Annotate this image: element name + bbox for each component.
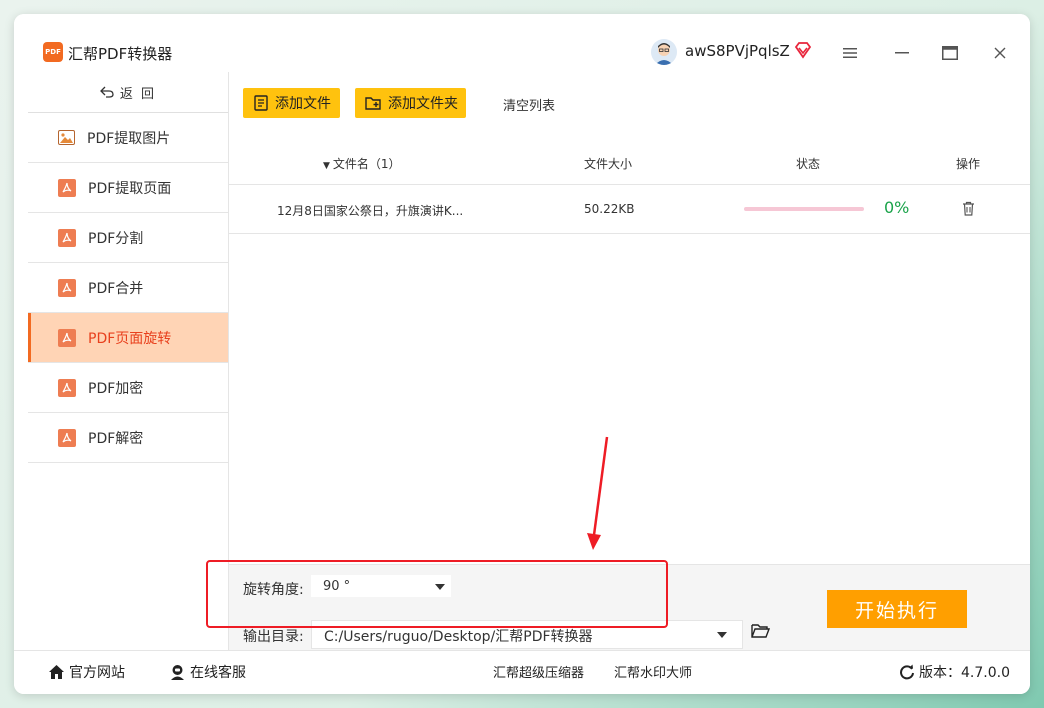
- user-avatar[interactable]: [651, 39, 677, 65]
- add-folder-icon: [365, 96, 381, 110]
- options-panel: 旋转角度: 90 ° 输出目录: C:/Users/ruguo/Desktop/…: [229, 564, 1030, 651]
- close-icon[interactable]: [988, 41, 1012, 65]
- app-window: PDF 汇帮PDF转换器 awS8PVjPqlsZ 返 回 PDF提取图片 PD…: [14, 14, 1030, 694]
- home-icon: [49, 665, 64, 679]
- sidebar-item-label: PDF合并: [88, 280, 144, 297]
- sidebar: 返 回 PDF提取图片 PDF提取页面 PDF分割 PDF合并 PDF页面旋转 …: [28, 72, 229, 650]
- sidebar-item-label: PDF加密: [88, 380, 144, 397]
- progress-bar: [744, 207, 864, 211]
- official-website-label: 官方网站: [69, 665, 125, 681]
- maximize-icon[interactable]: [938, 41, 962, 65]
- back-arrow-icon: [100, 86, 114, 98]
- username[interactable]: awS8PVjPqlsZ: [685, 42, 790, 60]
- pdf-icon: [58, 378, 76, 397]
- official-website-link[interactable]: 官方网站: [48, 662, 125, 682]
- table-row[interactable]: 12月8日国家公祭日，升旗演讲K... 50.22KB 0%: [229, 185, 1030, 234]
- header-action: 操作: [956, 157, 981, 171]
- pdf-icon: [58, 328, 76, 347]
- online-support-label: 在线客服: [190, 665, 246, 681]
- progress-percent: 0%: [884, 198, 910, 217]
- sidebar-item-label: PDF解密: [88, 430, 144, 447]
- back-label: 返 回: [119, 86, 157, 102]
- folder-open-icon[interactable]: [751, 623, 771, 643]
- add-file-icon: [254, 95, 268, 111]
- clear-list-button[interactable]: 清空列表: [503, 95, 555, 114]
- pdf-icon: [58, 228, 76, 247]
- title-bar: PDF 汇帮PDF转换器 awS8PVjPqlsZ: [14, 14, 1030, 72]
- sidebar-item-label: PDF分割: [88, 230, 144, 247]
- start-button[interactable]: 开始执行: [827, 590, 967, 628]
- table-header: ▼ 文件名（1） 文件大小 状态 操作: [229, 140, 1030, 185]
- sidebar-item-pdf-split[interactable]: PDF分割: [28, 213, 228, 263]
- header-size: 文件大小: [584, 157, 633, 171]
- support-agent-icon: [171, 665, 184, 680]
- pdf-icon: [58, 428, 76, 447]
- angle-label: 旋转角度:: [243, 582, 304, 598]
- output-dir-select[interactable]: C:/Users/ruguo/Desktop/汇帮PDF转换器: [311, 620, 743, 649]
- sidebar-item-pdf-encrypt[interactable]: PDF加密: [28, 363, 228, 413]
- header-status: 状态: [796, 157, 821, 171]
- sidebar-item-pdf-extract-image[interactable]: PDF提取图片: [28, 113, 228, 163]
- sidebar-item-label: PDF提取图片: [87, 130, 171, 147]
- chevron-down-icon: [717, 632, 727, 638]
- sidebar-item-pdf-extract-pages[interactable]: PDF提取页面: [28, 163, 228, 213]
- add-file-label: 添加文件: [275, 96, 331, 112]
- add-file-button[interactable]: 添加文件: [243, 88, 340, 118]
- chevron-down-icon: [435, 584, 445, 590]
- add-folder-label: 添加文件夹: [388, 96, 458, 112]
- toolbar: 添加文件 添加文件夹 清空列表: [229, 72, 1030, 122]
- output-dir-label: 输出目录:: [243, 629, 304, 645]
- refresh-icon: [900, 664, 914, 680]
- header-filename[interactable]: ▼ 文件名（1）: [323, 155, 401, 172]
- app-title: 汇帮PDF转换器: [68, 45, 173, 63]
- app-logo-icon: PDF: [43, 42, 63, 62]
- delete-icon[interactable]: [962, 201, 975, 219]
- version-info[interactable]: 版本：4.7.0.0: [899, 662, 1010, 682]
- pdf-icon: [58, 178, 76, 197]
- image-icon: [58, 130, 75, 145]
- version-label: 版本：4.7.0.0: [919, 665, 1010, 681]
- menu-icon[interactable]: [838, 41, 862, 65]
- main-panel: 添加文件 添加文件夹 清空列表 ▼ 文件名（1） 文件大小 状态 操作 12月8日…: [229, 72, 1030, 651]
- file-name: 12月8日国家公祭日，升旗演讲K...: [277, 204, 464, 218]
- sidebar-item-label: PDF页面旋转: [88, 330, 172, 347]
- vip-icon[interactable]: [794, 41, 812, 59]
- online-support-link[interactable]: 在线客服: [169, 662, 246, 682]
- pdf-icon: [58, 278, 76, 297]
- header-filename-label: 文件名（1）: [332, 157, 401, 171]
- angle-select[interactable]: 90 °: [311, 575, 451, 597]
- sort-desc-icon: ▼: [323, 161, 330, 171]
- compressor-link[interactable]: 汇帮超级压缩器: [493, 662, 584, 681]
- back-button[interactable]: 返 回: [28, 72, 228, 113]
- file-size: 50.22KB: [584, 202, 635, 216]
- status-bar: 官方网站 在线客服 汇帮超级压缩器 汇帮水印大师 版本：4.7.0.0: [14, 650, 1030, 694]
- sidebar-item-pdf-decrypt[interactable]: PDF解密: [28, 413, 228, 463]
- sidebar-item-pdf-merge[interactable]: PDF合并: [28, 263, 228, 313]
- output-dir-value: C:/Users/ruguo/Desktop/汇帮PDF转换器: [324, 629, 593, 645]
- sidebar-item-pdf-rotate[interactable]: PDF页面旋转: [28, 313, 228, 363]
- minimize-icon[interactable]: [890, 41, 914, 65]
- add-folder-button[interactable]: 添加文件夹: [355, 88, 466, 118]
- watermark-link[interactable]: 汇帮水印大师: [614, 662, 692, 681]
- angle-value: 90 °: [323, 579, 351, 594]
- sidebar-item-label: PDF提取页面: [88, 180, 172, 197]
